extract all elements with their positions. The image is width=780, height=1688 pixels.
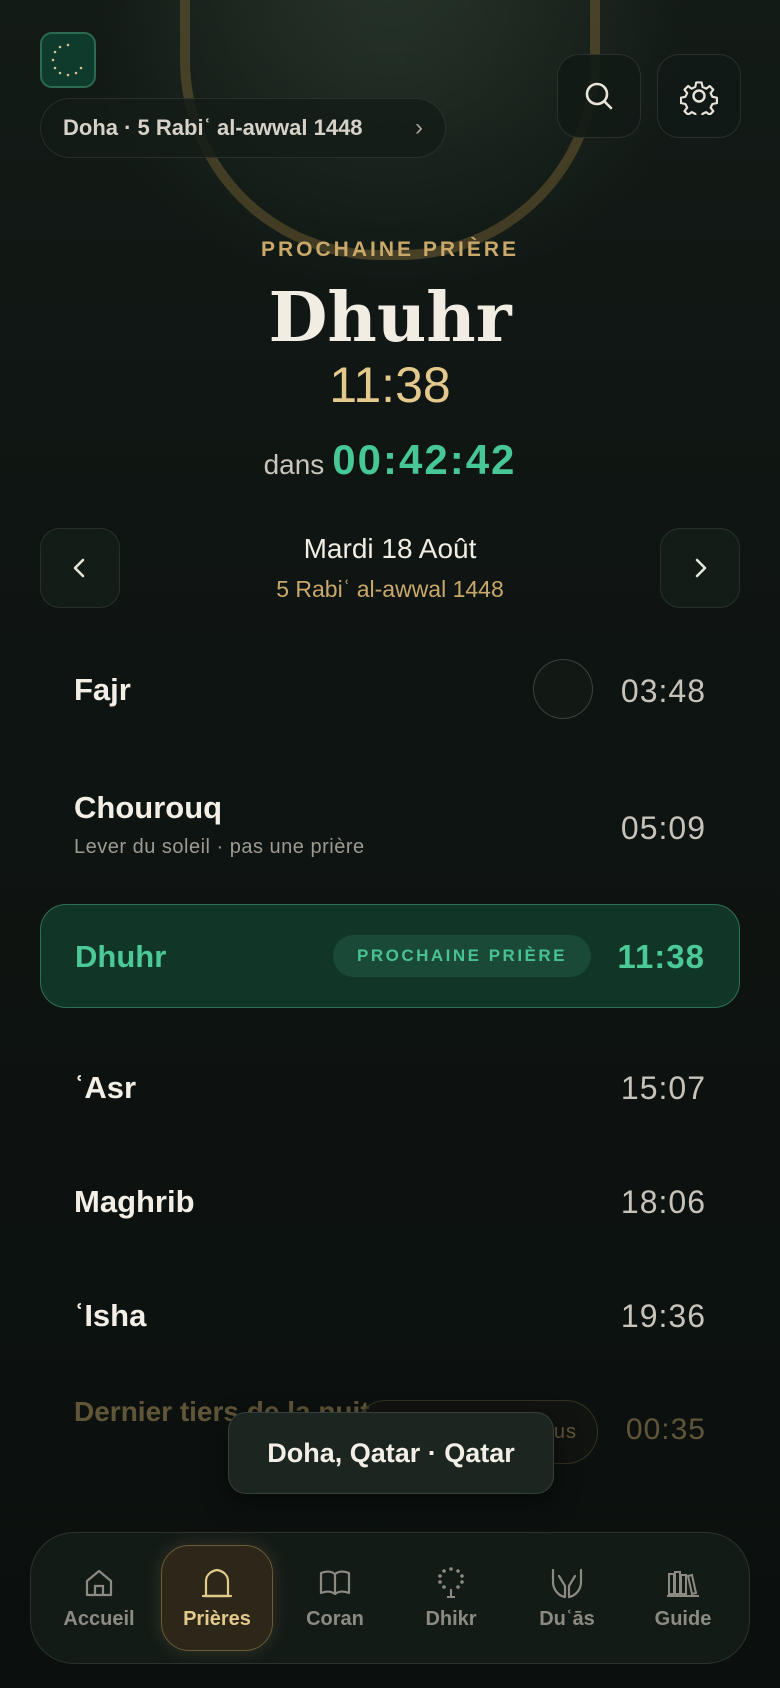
prayer-time: 18:06 — [620, 1184, 706, 1220]
tab-dhikr[interactable]: Dhikr — [395, 1545, 507, 1651]
praying-hands-icon — [551, 1568, 583, 1598]
prayer-name: Chourouq — [74, 790, 223, 825]
settings-button[interactable] — [657, 54, 741, 138]
prayer-name: ʿAsr — [74, 1070, 137, 1105]
location-date-selector[interactable]: Doha · 5 Rabiʿ al-awwal 1448 › — [40, 98, 446, 158]
tab-label: Duʿās — [539, 1607, 595, 1630]
next-prayer-name: Dhuhr — [268, 278, 512, 358]
tab-label: Accueil — [63, 1607, 135, 1630]
prayer-row-maghrib[interactable]: Maghrib 18:06 — [40, 1164, 740, 1244]
prayer-beads-icon — [438, 1566, 464, 1598]
crescent-icon — [51, 43, 83, 77]
prayer-row-chourouq[interactable]: Chourouq Lever du soleil · pas une prièr… — [40, 780, 740, 880]
prayer-time: 11:38 — [617, 938, 705, 975]
tab-label: Coran — [306, 1607, 364, 1630]
prayer-time: 05:09 — [620, 810, 706, 846]
home-icon — [85, 1569, 113, 1596]
prayer-name: Maghrib — [74, 1184, 195, 1219]
prayer-row-fajr[interactable]: Fajr 03:48 — [40, 650, 740, 730]
chevron-right-icon: › — [415, 114, 423, 141]
next-prayer-label: PROCHAINE PRIÈRE — [260, 238, 520, 261]
countdown-value: 00:42:42 — [332, 436, 517, 483]
gear-icon — [680, 81, 718, 115]
tab-guide[interactable]: Guide — [627, 1545, 739, 1651]
countdown: dans 00:42:42 — [0, 436, 780, 484]
chevron-right-icon — [695, 558, 707, 578]
app-logo[interactable] — [40, 32, 96, 88]
tab-prieres[interactable]: Prières — [161, 1545, 273, 1651]
prayer-time: 00:35 — [625, 1413, 706, 1446]
tab-label: Dhikr — [425, 1607, 477, 1630]
search-button[interactable] — [557, 54, 641, 138]
location-toast: Doha, Qatar · Qatar — [228, 1412, 554, 1494]
bottom-tab-bar: Accueil Prières Coran Dhikr Duʿās Guide — [30, 1532, 750, 1664]
prayer-time: 19:36 — [620, 1298, 706, 1334]
prayer-time: 03:48 — [620, 673, 706, 709]
prayer-name: Fajr — [74, 672, 131, 707]
prayer-subtitle: Lever du soleil · pas une prière — [74, 836, 365, 858]
location-date-label: Doha · 5 Rabiʿ al-awwal 1448 — [63, 115, 363, 140]
tab-coran[interactable]: Coran — [279, 1545, 391, 1651]
notification-toggle[interactable] — [533, 659, 593, 719]
last-third-badge-text: us — [553, 1420, 577, 1443]
search-icon — [585, 82, 613, 110]
next-prayer-time: 11:38 — [329, 357, 451, 413]
tab-duas[interactable]: Duʿās — [511, 1545, 623, 1651]
tab-label: Guide — [654, 1607, 712, 1630]
prayer-row-dhuhr[interactable]: Dhuhr PROCHAINE PRIÈRE 11:38 — [40, 904, 740, 1008]
mosque-icon — [201, 1568, 233, 1597]
book-icon — [319, 1570, 351, 1595]
library-icon — [667, 1570, 699, 1597]
tab-accueil[interactable]: Accueil — [43, 1545, 155, 1651]
prayer-time: 15:07 — [620, 1070, 706, 1106]
next-prayer-badge: PROCHAINE PRIÈRE — [333, 935, 591, 977]
countdown-prefix: dans — [263, 449, 325, 480]
tab-label: Prières — [183, 1607, 251, 1630]
prayer-name: Dhuhr — [75, 939, 167, 974]
prayer-row-isha[interactable]: ʿIsha 19:36 — [40, 1278, 740, 1358]
prayer-row-asr[interactable]: ʿAsr 15:07 — [40, 1050, 740, 1130]
prayer-name: ʿIsha — [74, 1298, 147, 1333]
next-day-button[interactable] — [660, 528, 740, 608]
